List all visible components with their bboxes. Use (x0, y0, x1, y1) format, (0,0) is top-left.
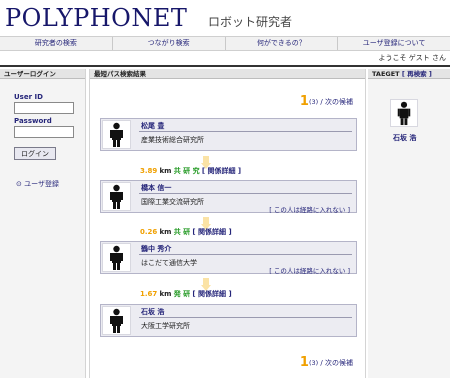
distance-unit: km (159, 290, 172, 298)
nav-user-registration[interactable]: ユーザ登録について (338, 37, 450, 50)
avatar (390, 99, 418, 127)
nav-researcher-search[interactable]: 研究者の検索 (0, 37, 113, 50)
person-silhouette-icon (110, 184, 123, 209)
password-label: Password (14, 117, 52, 125)
target-panel-title: TAEGET [ 再検索 ] (368, 69, 450, 79)
avatar (102, 182, 131, 211)
relation-type: 発 研 (173, 290, 191, 298)
avatar (102, 243, 131, 272)
person-organization: 産業技術総合研究所 (141, 136, 204, 144)
distance-value: 3.89 (140, 167, 158, 175)
divider (139, 317, 352, 318)
nav-connection-search[interactable]: つながり検索 (113, 37, 226, 50)
avatar (102, 306, 131, 335)
header-divider (0, 65, 450, 67)
distance-value: 1.67 (140, 290, 158, 298)
exclude-person-link[interactable]: [ この人は経路に入れない ] (269, 265, 350, 275)
main-nav: 研究者の検索 つながり検索 何ができるの？ ユーザ登録について (0, 36, 450, 51)
exclude-person-link[interactable]: [ この人は経路に入れない ] (269, 204, 350, 214)
person-card: 橋本 信一 国際工業交流研究所 [ この人は経路に入れない ] (100, 180, 357, 214)
person-organization: はこだて通信大学 (141, 259, 197, 267)
avatar (102, 120, 131, 149)
pager-next-link[interactable]: / 次の候補 (320, 359, 353, 367)
relation-type: 共 研 (173, 228, 191, 236)
password-input[interactable] (14, 126, 74, 138)
target-name[interactable]: 石坂 浩 (393, 133, 416, 143)
person-card: 石坂 浩 大阪工学研究所 (100, 304, 357, 337)
divider (139, 131, 352, 132)
research-link[interactable]: [ 再検索 ] (402, 70, 432, 78)
relation-type: 共 研 究 (173, 167, 200, 175)
pager-current[interactable]: 1 (300, 355, 309, 370)
relation-link: 0.26 km 共 研 [ 関係詳細 ] (140, 227, 232, 237)
person-silhouette-icon (397, 101, 411, 126)
pager-bottom: 1(3) / 次の候補 (300, 355, 353, 370)
login-panel: ユーザーログイン User ID Password ログイン ⊙ ユーザ登録 (0, 69, 86, 378)
register-link-label: ユーザ登録 (24, 180, 59, 188)
relation-detail-link[interactable]: [ 関係詳細 ] (202, 167, 241, 175)
header: POLYPHONET ロボット研究者 (0, 0, 450, 36)
distance-unit: km (159, 228, 172, 236)
target-panel: TAEGET [ 再検索 ] 石坂 浩 (368, 69, 450, 378)
userid-input[interactable] (14, 102, 74, 114)
divider (139, 254, 352, 255)
pager-top: 1(3) / 次の候補 (300, 94, 353, 109)
relation-detail-link[interactable]: [ 関係詳細 ] (192, 228, 231, 236)
welcome-message: ようこそ ゲスト さん (378, 54, 446, 62)
person-card: 松尾 豊 産業技術総合研究所 (100, 118, 357, 151)
target-title: TAEGET (372, 70, 400, 78)
person-organization: 国際工業交流研究所 (141, 198, 204, 206)
site-subtitle: ロボット研究者 (208, 15, 293, 29)
results-panel-title: 最短パス検索結果 (90, 69, 365, 79)
pager-current[interactable]: 1 (300, 94, 309, 109)
person-name[interactable]: 石坂 浩 (141, 307, 164, 317)
person-card: 鶴中 秀介 はこだて通信大学 [ この人は経路に入れない ] (100, 241, 357, 275)
person-name[interactable]: 松尾 豊 (141, 121, 164, 131)
person-name[interactable]: 橋本 信一 (141, 183, 171, 193)
relation-detail-link[interactable]: [ 関係詳細 ] (192, 290, 231, 298)
person-silhouette-icon (110, 308, 123, 333)
divider (139, 193, 352, 194)
userid-label: User ID (14, 93, 43, 101)
relation-link: 1.67 km 発 研 [ 関係詳細 ] (140, 289, 232, 299)
person-silhouette-icon (110, 245, 123, 270)
pager-next-link[interactable]: / 次の候補 (320, 98, 353, 106)
pager-total: (3) (308, 98, 319, 106)
person-name[interactable]: 鶴中 秀介 (141, 244, 171, 254)
pager-total: (3) (308, 359, 319, 367)
results-panel: 最短パス検索結果 1(3) / 次の候補 松尾 豊 産業技術総合研究所 3.89… (89, 69, 366, 378)
bullet-icon: ⊙ (16, 180, 22, 188)
distance-unit: km (159, 167, 172, 175)
login-panel-title: ユーザーログイン (0, 69, 85, 79)
distance-value: 0.26 (140, 228, 158, 236)
relation-link: 3.89 km 共 研 究 [ 関係詳細 ] (140, 166, 241, 176)
nav-what-can-do[interactable]: 何ができるの？ (226, 37, 339, 50)
logo[interactable]: POLYPHONET (5, 4, 187, 32)
person-silhouette-icon (110, 122, 123, 147)
register-link[interactable]: ⊙ ユーザ登録 (16, 179, 59, 189)
person-organization: 大阪工学研究所 (141, 322, 190, 330)
login-button[interactable]: ログイン (14, 147, 56, 160)
